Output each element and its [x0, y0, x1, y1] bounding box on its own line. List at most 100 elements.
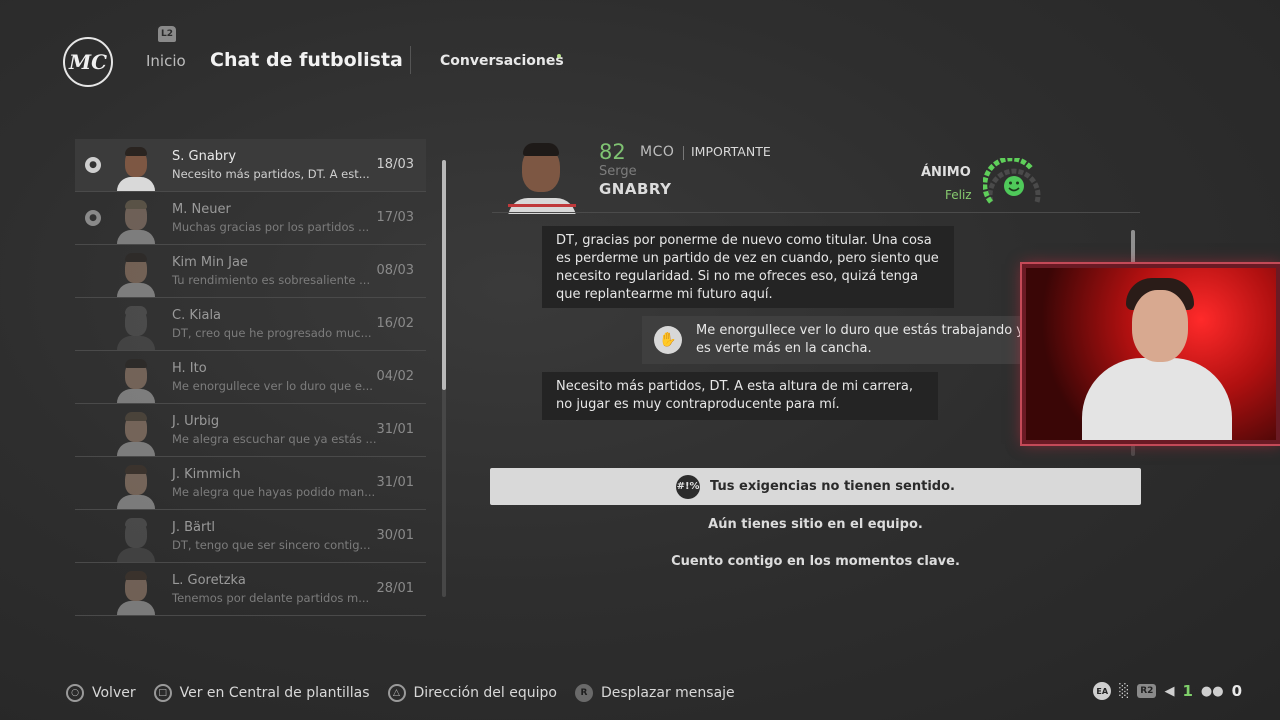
- reply-option[interactable]: Cuento contigo en los momentos clave.: [490, 554, 1141, 569]
- conversation-name: Kim Min Jae: [172, 255, 248, 270]
- avatar: [113, 302, 159, 350]
- conversation-date: 18/03: [376, 157, 414, 172]
- conversation-preview: Necesito más partidos, DT. A est...: [172, 167, 370, 181]
- message-text: Me enorgullece ver lo duro que estás tra…: [696, 323, 1024, 356]
- conversation-item[interactable]: H. Ito Me enorgullece ver lo duro que e.…: [75, 351, 426, 404]
- player-photo: [506, 140, 578, 214]
- chat-bubble-icon: ●: [85, 157, 101, 173]
- conversation-name: C. Kiala: [172, 308, 222, 323]
- conversation-preview: Muchas gracias por los partidos ...: [172, 220, 370, 234]
- conversation-name: S. Gnabry: [172, 149, 237, 164]
- back-button[interactable]: ○ Volver: [66, 684, 136, 702]
- squad-hub-label: Ver en Central de plantillas: [179, 685, 370, 701]
- conversation-name: J. Urbig: [172, 414, 220, 429]
- nav-home[interactable]: Inicio: [146, 52, 186, 70]
- status-bar: EA ░ R2 ◀ 1 ●● 0: [1093, 682, 1242, 700]
- triangle-button-icon: △: [387, 684, 406, 702]
- mood-gauge: [983, 158, 1041, 204]
- conversation-preview: DT, tengo que ser sincero contig...: [172, 538, 371, 552]
- conversation-item[interactable]: Kim Min Jae Tu rendimiento es sobresalie…: [75, 245, 426, 298]
- conversation-date: 31/01: [376, 422, 414, 437]
- page-title: Chat de futbolista: [210, 49, 403, 71]
- notification-dot-icon: [557, 54, 561, 58]
- mood-label: ÁNIMO: [921, 165, 971, 180]
- conversation-date: 30/01: [376, 528, 414, 543]
- avatar: [113, 514, 159, 562]
- conversation-preview: DT, creo que he progresado muc...: [172, 326, 372, 340]
- avatar: [113, 355, 159, 403]
- avatar: [113, 143, 159, 191]
- friends-count: 0: [1231, 682, 1242, 700]
- scroll-message-label: Desplazar mensaje: [600, 685, 735, 701]
- chat-bubble-icon: ●: [85, 210, 101, 226]
- squad-hub-button[interactable]: □ Ver en Central de plantillas: [153, 684, 370, 702]
- team-direction-button[interactable]: △ Dirección del equipo: [387, 684, 557, 702]
- conversation-item[interactable]: L. Goretzka Tenemos por delante partidos…: [75, 563, 426, 616]
- conversation-item[interactable]: ● S. Gnabry Necesito más partidos, DT. A…: [75, 139, 426, 192]
- conversation-preview: Me alegra escuchar que ya estás ...: [172, 432, 377, 446]
- conversation-item[interactable]: C. Kiala DT, creo que he progresado muc.…: [75, 298, 426, 351]
- conversation-item[interactable]: J. Urbig Me alegra escuchar que ya estás…: [75, 404, 426, 457]
- avatar: [113, 196, 159, 244]
- smiley-face-icon: [1004, 176, 1024, 196]
- player-position: MCO: [640, 144, 675, 160]
- conversation-preview: Tenemos por delante partidos m...: [172, 591, 370, 605]
- list-scrollbar-thumb[interactable]: [442, 160, 446, 390]
- player-message: DT, gracias por ponerme de nuevo como ti…: [542, 226, 954, 308]
- conversation-date: 28/01: [376, 581, 414, 596]
- conversation-name: H. Ito: [172, 361, 207, 376]
- ea-icon: EA: [1093, 682, 1112, 700]
- signal-icon: ░: [1119, 683, 1130, 699]
- speaker-icon: ◀: [1164, 683, 1175, 699]
- l2-button-icon: L2: [158, 26, 176, 42]
- conversation-name: L. Goretzka: [172, 573, 246, 588]
- right-stick-icon: R: [574, 684, 593, 702]
- conversation-name: J. Bärtl: [172, 520, 216, 535]
- chat-header-divider: [492, 212, 1140, 213]
- nav-divider: [410, 46, 411, 74]
- conversation-date: 17/03: [376, 210, 414, 225]
- back-label: Volver: [92, 685, 136, 701]
- conversation-date: 16/02: [376, 316, 414, 331]
- conversation-name: J. Kimmich: [172, 467, 241, 482]
- player-message: Necesito más partidos, DT. A esta altura…: [542, 372, 938, 420]
- conversation-item[interactable]: J. Bärtl DT, tengo que ser sincero conti…: [75, 510, 426, 563]
- conversation-date: 08/03: [376, 263, 414, 278]
- conversation-preview: Me enorgullece ver lo duro que e...: [172, 379, 373, 393]
- angry-symbols-icon: #!%: [676, 474, 701, 499]
- webcam-overlay: [1022, 264, 1280, 444]
- reply-option[interactable]: Aún tienes sitio en el equipo.: [490, 517, 1141, 532]
- manager-message: ✋ Me enorgullece ver lo duro que estás t…: [642, 316, 1042, 364]
- conversation-preview: Me alegra que hayas podido man...: [172, 485, 376, 499]
- circle-button-icon: ○: [66, 684, 84, 702]
- reply-option-selected[interactable]: #!% Tus exigencias no tienen sentido.: [490, 468, 1141, 505]
- mood-value: Feliz: [945, 188, 972, 202]
- divider: [683, 146, 684, 160]
- avatar: [113, 567, 159, 615]
- player-first-name: Serge: [599, 164, 637, 179]
- conversation-list: ● S. Gnabry Necesito más partidos, DT. A…: [75, 139, 426, 616]
- reply-text: Tus exigencias no tienen sentido.: [710, 479, 955, 494]
- applause-icon: ✋: [654, 326, 682, 354]
- player-status: IMPORTANTE: [691, 144, 771, 159]
- avatar: [113, 249, 159, 297]
- player-rating: 82: [599, 140, 626, 164]
- conversation-date: 31/01: [376, 475, 414, 490]
- friends-icon: ●●: [1200, 683, 1224, 699]
- conversation-item[interactable]: J. Kimmich Me alegra que hayas podido ma…: [75, 457, 426, 510]
- conversation-preview: Tu rendimiento es sobresaliente ...: [172, 273, 371, 287]
- conversation-name: M. Neuer: [172, 202, 231, 217]
- conversation-item[interactable]: ● M. Neuer Muchas gracias por los partid…: [75, 192, 426, 245]
- r2-button-icon: R2: [1137, 684, 1157, 698]
- conversation-date: 04/02: [376, 369, 414, 384]
- tab-conversations[interactable]: Conversaciones: [440, 53, 564, 69]
- team-direction-label: Dirección del equipo: [413, 685, 557, 701]
- avatar: [113, 461, 159, 509]
- avatar: [113, 408, 159, 456]
- square-button-icon: □: [153, 684, 172, 702]
- player-last-name: GNABRY: [599, 180, 672, 198]
- button-prompts: ○ Volver □ Ver en Central de plantillas …: [66, 684, 753, 702]
- mc-logo: MC: [63, 37, 113, 87]
- green-count: 1: [1182, 682, 1193, 700]
- scroll-message-button[interactable]: R Desplazar mensaje: [574, 684, 735, 702]
